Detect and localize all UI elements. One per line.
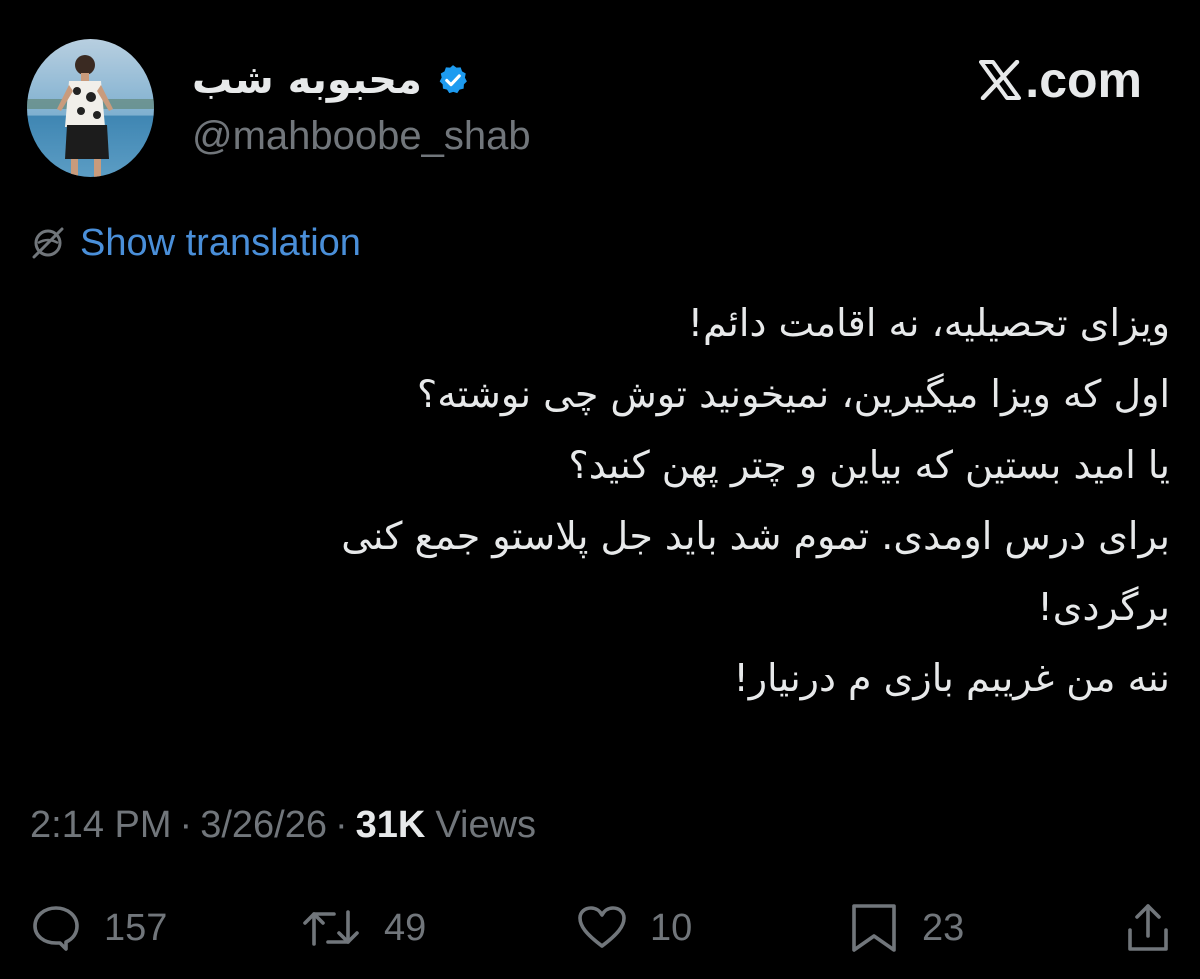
meta-separator: · xyxy=(179,803,193,846)
like-count: 10 xyxy=(650,906,693,949)
author-handle[interactable]: @mahboobe_shab xyxy=(192,114,531,159)
show-translation[interactable]: Show translation xyxy=(30,220,361,266)
x-logo-icon xyxy=(979,60,1022,100)
tweet-line: اول که ویزا میگیرین، نمیخونید توش چی نوش… xyxy=(417,372,1170,416)
tweet-date[interactable]: 3/26/26 xyxy=(200,804,327,847)
bookmark-icon xyxy=(848,902,900,954)
share-button[interactable] xyxy=(1126,898,1170,958)
tweet-line: یا امید بستین که بیاین و چتر پهن کنید؟ xyxy=(568,443,1170,487)
avatar[interactable] xyxy=(27,39,154,177)
tweet-line: برگردی! xyxy=(1037,585,1171,629)
reply-icon xyxy=(30,904,82,952)
share-icon xyxy=(1126,902,1170,954)
tweet-line: ویزای تحصیلیه، نه اقامت دائم! xyxy=(687,301,1170,345)
repost-button[interactable]: 49 xyxy=(300,898,426,958)
heart-icon xyxy=(576,904,628,952)
site-domain: .com xyxy=(1025,52,1142,108)
tweet-line: ننه من غریبم بازی م درنیار! xyxy=(733,656,1170,700)
tweet-text: ویزای تحصیلیه، نه اقامت دائم! اول که ویز… xyxy=(30,288,1170,714)
author-name-row: محبوبه شب xyxy=(192,52,470,108)
meta-separator: · xyxy=(334,803,348,846)
repost-icon xyxy=(300,904,362,952)
show-translation-label[interactable]: Show translation xyxy=(80,222,361,265)
like-button[interactable]: 10 xyxy=(576,898,692,958)
display-name[interactable]: محبوبه شب xyxy=(192,57,422,103)
repost-count: 49 xyxy=(384,906,427,949)
reply-count: 157 xyxy=(104,906,168,949)
bookmark-button[interactable]: 23 xyxy=(848,898,964,958)
bookmark-count: 23 xyxy=(922,906,965,949)
tweet-meta: 2:14 PM · 3/26/26 · 31K Views xyxy=(30,800,536,850)
action-bar: 157 49 10 23 xyxy=(30,898,1170,958)
tweet-line: برای درس اومدی. تموم شد باید جل پلاستو ج… xyxy=(341,514,1170,558)
views-label: Views xyxy=(435,803,537,846)
reply-button[interactable]: 157 xyxy=(30,898,167,958)
site-logo: .com xyxy=(979,52,1142,108)
tweet-time[interactable]: 2:14 PM xyxy=(30,804,172,847)
verified-badge-icon xyxy=(436,63,470,97)
globe-slash-icon xyxy=(30,225,66,261)
views-count: 31K xyxy=(355,803,426,846)
